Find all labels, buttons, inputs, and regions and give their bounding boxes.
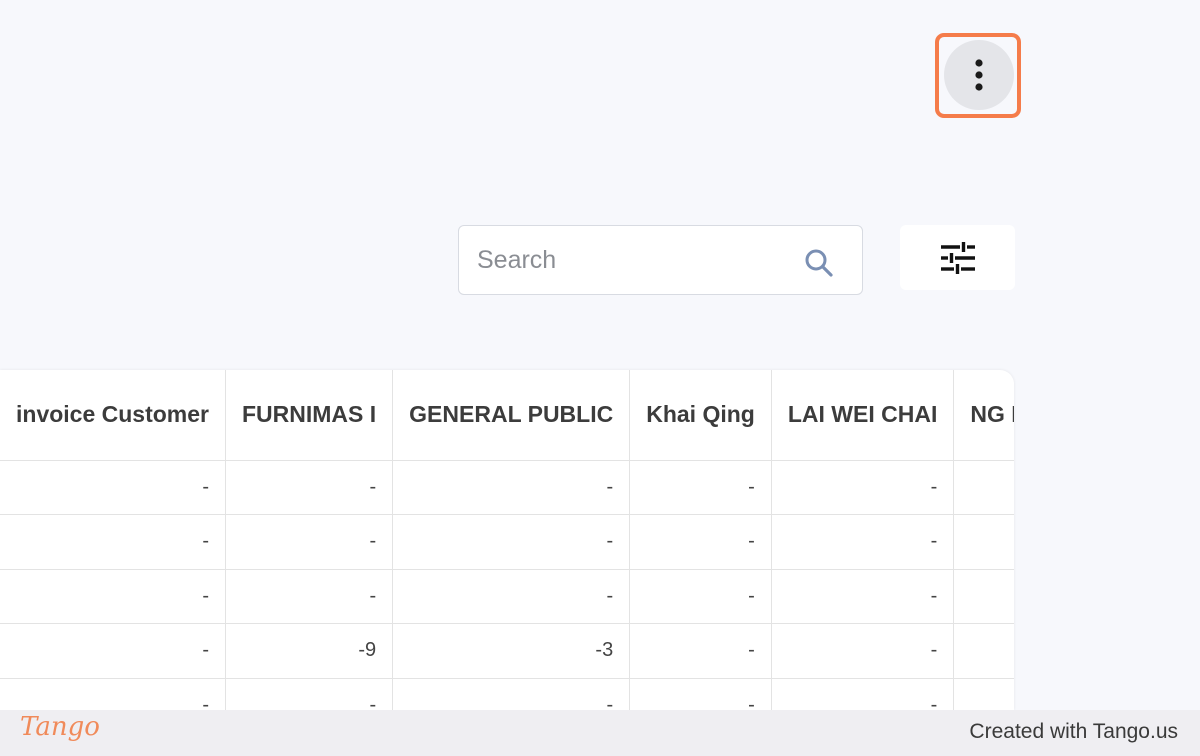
table-cell: [953, 460, 1014, 515]
table-cell: -: [225, 514, 394, 570]
table-cell: -: [225, 569, 394, 624]
table-cell: -: [771, 678, 955, 710]
table-cell: -: [771, 514, 955, 570]
table-row: - - - - -: [0, 678, 1014, 710]
table-cell: -: [629, 623, 772, 679]
data-table: invoice Customer FURNIMAS I GENERAL PUBL…: [0, 370, 1014, 710]
table-header-row: invoice Customer FURNIMAS I GENERAL PUBL…: [0, 370, 1014, 461]
table-cell: -: [0, 569, 226, 624]
column-header[interactable]: invoice Customer: [0, 370, 226, 461]
table-cell: -: [392, 569, 631, 624]
table-cell: [953, 623, 1014, 679]
column-header[interactable]: LAI WEI CHAI: [771, 370, 955, 461]
search-icon[interactable]: [803, 247, 835, 279]
column-header[interactable]: FURNIMAS I: [225, 370, 394, 461]
table-cell: -3: [392, 623, 631, 679]
table-row: - - - - -: [0, 569, 1014, 624]
table-cell: -: [629, 460, 772, 515]
step-highlight: [935, 33, 1021, 118]
table-cell: -9: [225, 623, 394, 679]
table-cell: -: [0, 623, 226, 679]
table-cell: [953, 514, 1014, 570]
table-cell: -: [771, 460, 955, 515]
tango-logo: Tango: [20, 712, 100, 742]
table-cell: -: [392, 460, 631, 515]
column-header[interactable]: NG M: [953, 370, 1014, 461]
table-row: - - - - -: [0, 514, 1014, 570]
created-with-credit: Created with Tango.us: [969, 720, 1178, 743]
table-cell: -: [392, 678, 631, 710]
table-cell: -: [629, 678, 772, 710]
table-cell: -: [771, 623, 955, 679]
table-cell: -: [771, 569, 955, 624]
table-cell: -: [225, 460, 394, 515]
filter-sliders-icon: [940, 241, 975, 274]
table-cell: [953, 569, 1014, 624]
table-cell: -: [225, 678, 394, 710]
search-input[interactable]: [477, 226, 797, 294]
table-cell: -: [0, 514, 226, 570]
table-cell: -: [629, 514, 772, 570]
table-cell: -: [629, 569, 772, 624]
column-header[interactable]: Khai Qing: [629, 370, 772, 461]
table-cell: -: [392, 514, 631, 570]
table-cell: -: [0, 460, 226, 515]
column-header[interactable]: GENERAL PUBLIC: [392, 370, 631, 461]
table-row: - -9 -3 - -: [0, 623, 1014, 679]
table-cell: [953, 678, 1014, 710]
filter-button[interactable]: [900, 225, 1015, 290]
table-cell: -: [0, 678, 226, 710]
table-row: - - - - -: [0, 460, 1014, 515]
